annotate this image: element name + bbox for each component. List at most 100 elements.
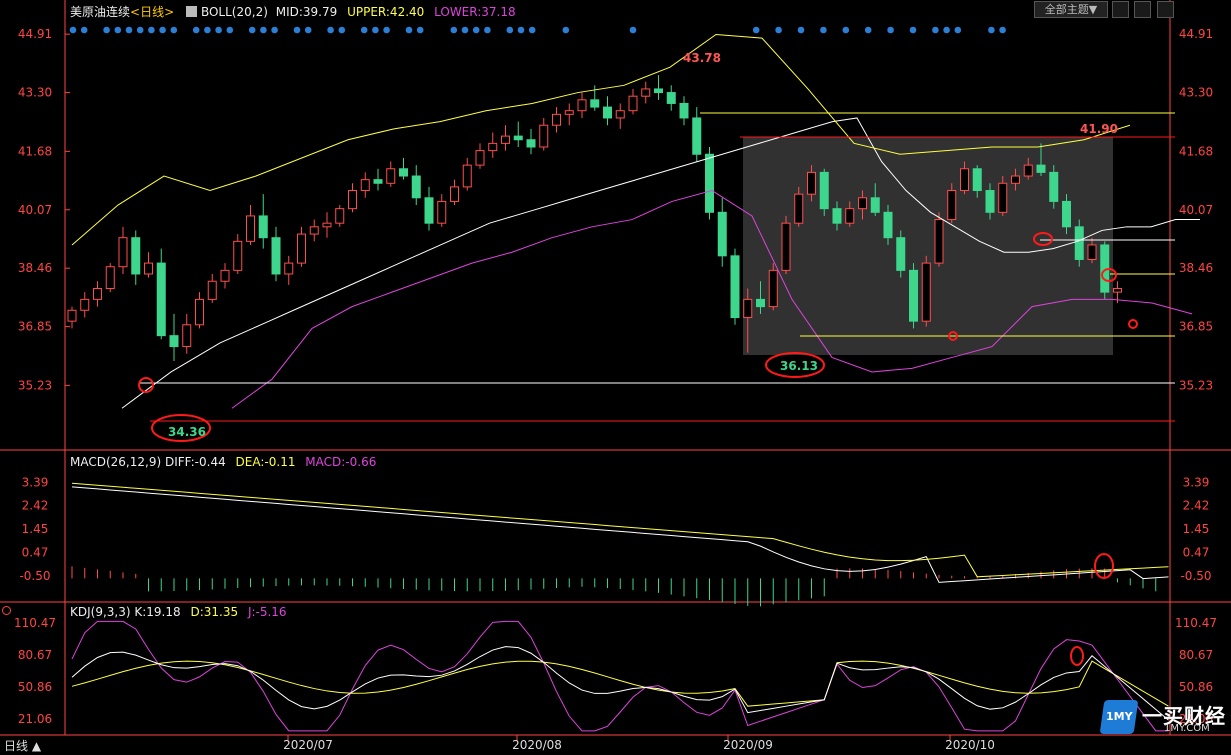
candle-down[interactable] (654, 88, 663, 94)
candle-up[interactable] (564, 110, 574, 115)
candle-up[interactable] (233, 240, 243, 271)
candle-down[interactable] (972, 168, 982, 192)
candle-up[interactable] (615, 110, 625, 119)
candle-up[interactable] (501, 135, 510, 144)
candle-up[interactable] (998, 182, 1008, 213)
candle-down[interactable] (832, 208, 842, 224)
candle-up[interactable] (437, 200, 447, 224)
candle-up[interactable] (641, 88, 651, 97)
candle-down[interactable] (717, 211, 727, 257)
candle-up[interactable] (628, 95, 638, 112)
candle-down[interactable] (399, 168, 408, 177)
candle-up[interactable] (284, 262, 294, 275)
candle-down[interactable] (131, 237, 141, 275)
candle-up[interactable] (475, 150, 485, 166)
candle-up[interactable] (297, 233, 306, 264)
candle-up[interactable] (335, 208, 345, 224)
candle-up[interactable] (246, 215, 255, 242)
signal-dot (293, 26, 301, 34)
macd-cross-marker[interactable] (1094, 553, 1114, 579)
macd-ytick-right: 0.47 (1183, 546, 1210, 560)
chart-canvas[interactable]: 44.91 44.91 43.30 43.30 41.68 41.68 40.07 40.07… (0, 0, 1231, 755)
settings-dot-icon[interactable] (2, 606, 11, 615)
candle-up[interactable] (386, 168, 396, 184)
candle-up[interactable] (80, 298, 90, 311)
candle-up[interactable] (1087, 244, 1097, 260)
candle-up[interactable] (144, 262, 153, 275)
candle-down[interactable] (526, 139, 536, 148)
candle-up[interactable] (105, 266, 115, 289)
candle-down[interactable] (271, 237, 281, 275)
signal-dot (372, 26, 379, 34)
kdj-cross-marker[interactable] (1070, 646, 1084, 666)
candle-up[interactable] (118, 237, 128, 268)
candle-up[interactable] (1023, 164, 1033, 177)
candle-up[interactable] (539, 124, 549, 148)
candle-down[interactable] (756, 298, 765, 308)
candle-up[interactable] (947, 190, 957, 221)
period-label[interactable]: <日线> (130, 5, 174, 19)
candle-up[interactable] (488, 142, 498, 152)
candle-up[interactable] (360, 179, 370, 192)
candle-down[interactable] (258, 215, 268, 239)
candle-down[interactable] (883, 211, 893, 239)
candle-up[interactable] (858, 197, 867, 210)
candle-up[interactable] (93, 287, 102, 300)
candle-down[interactable] (1049, 171, 1059, 202)
candle-down[interactable] (169, 335, 179, 348)
candle-up[interactable] (67, 309, 77, 322)
candle-up[interactable] (960, 168, 969, 192)
candle-down[interactable] (603, 106, 612, 119)
candle-down[interactable] (1062, 200, 1071, 228)
candle-down[interactable] (666, 92, 676, 104)
candle-up[interactable] (309, 226, 319, 235)
candle-up[interactable] (794, 193, 804, 224)
consolidation-box (743, 137, 1113, 355)
kdj-ytick-left: 21.06 (18, 712, 52, 726)
candle-up[interactable] (807, 171, 816, 195)
candle-up[interactable] (921, 262, 931, 322)
candle-down[interactable] (909, 269, 918, 322)
candle-up[interactable] (781, 222, 791, 271)
theme-select[interactable]: 全部主题▼ (1034, 1, 1108, 18)
candle-up[interactable] (322, 222, 332, 228)
candle-down[interactable] (870, 197, 880, 213)
candle-down[interactable] (156, 262, 166, 337)
candle-down[interactable] (730, 255, 740, 319)
candle-up[interactable] (577, 99, 587, 112)
candle-up[interactable] (450, 186, 459, 202)
candle-up[interactable] (743, 298, 753, 319)
candle-up[interactable] (1113, 287, 1122, 293)
candle-down[interactable] (513, 135, 523, 141)
candle-down[interactable] (1074, 226, 1084, 260)
candle-up[interactable] (462, 164, 472, 188)
candle-down[interactable] (373, 179, 383, 184)
signal-dot (114, 26, 122, 34)
candle-down[interactable] (896, 237, 906, 271)
candle-down[interactable] (424, 197, 434, 224)
candle-up[interactable] (768, 269, 778, 308)
candle-up[interactable] (552, 113, 561, 126)
candle-down[interactable] (679, 102, 689, 119)
candle-up[interactable] (1011, 175, 1020, 184)
period-tab[interactable]: 日线 ▲ (4, 737, 41, 754)
candle-up[interactable] (845, 208, 855, 224)
candle-down[interactable] (590, 99, 600, 108)
candle-down[interactable] (411, 175, 421, 199)
candle-up[interactable] (195, 298, 204, 326)
candle-down[interactable] (985, 190, 995, 213)
candle-up[interactable] (182, 324, 192, 348)
chart-workspace[interactable]: 44.91 44.91 43.30 43.30 41.68 41.68 40.07 40.07… (0, 0, 1231, 755)
candle-down[interactable] (692, 117, 702, 155)
candle-down[interactable] (1036, 164, 1046, 173)
window-restore-icon[interactable] (1112, 1, 1129, 18)
window-tile-icon[interactable] (1134, 1, 1151, 18)
close-icon[interactable] (1157, 1, 1174, 18)
candle-down[interactable] (819, 171, 829, 210)
candle-up[interactable] (220, 269, 230, 282)
candle-up[interactable] (934, 219, 944, 264)
signal-dot (204, 26, 211, 34)
candle-down[interactable] (705, 153, 714, 213)
candle-up[interactable] (207, 280, 217, 300)
candle-up[interactable] (348, 190, 357, 210)
